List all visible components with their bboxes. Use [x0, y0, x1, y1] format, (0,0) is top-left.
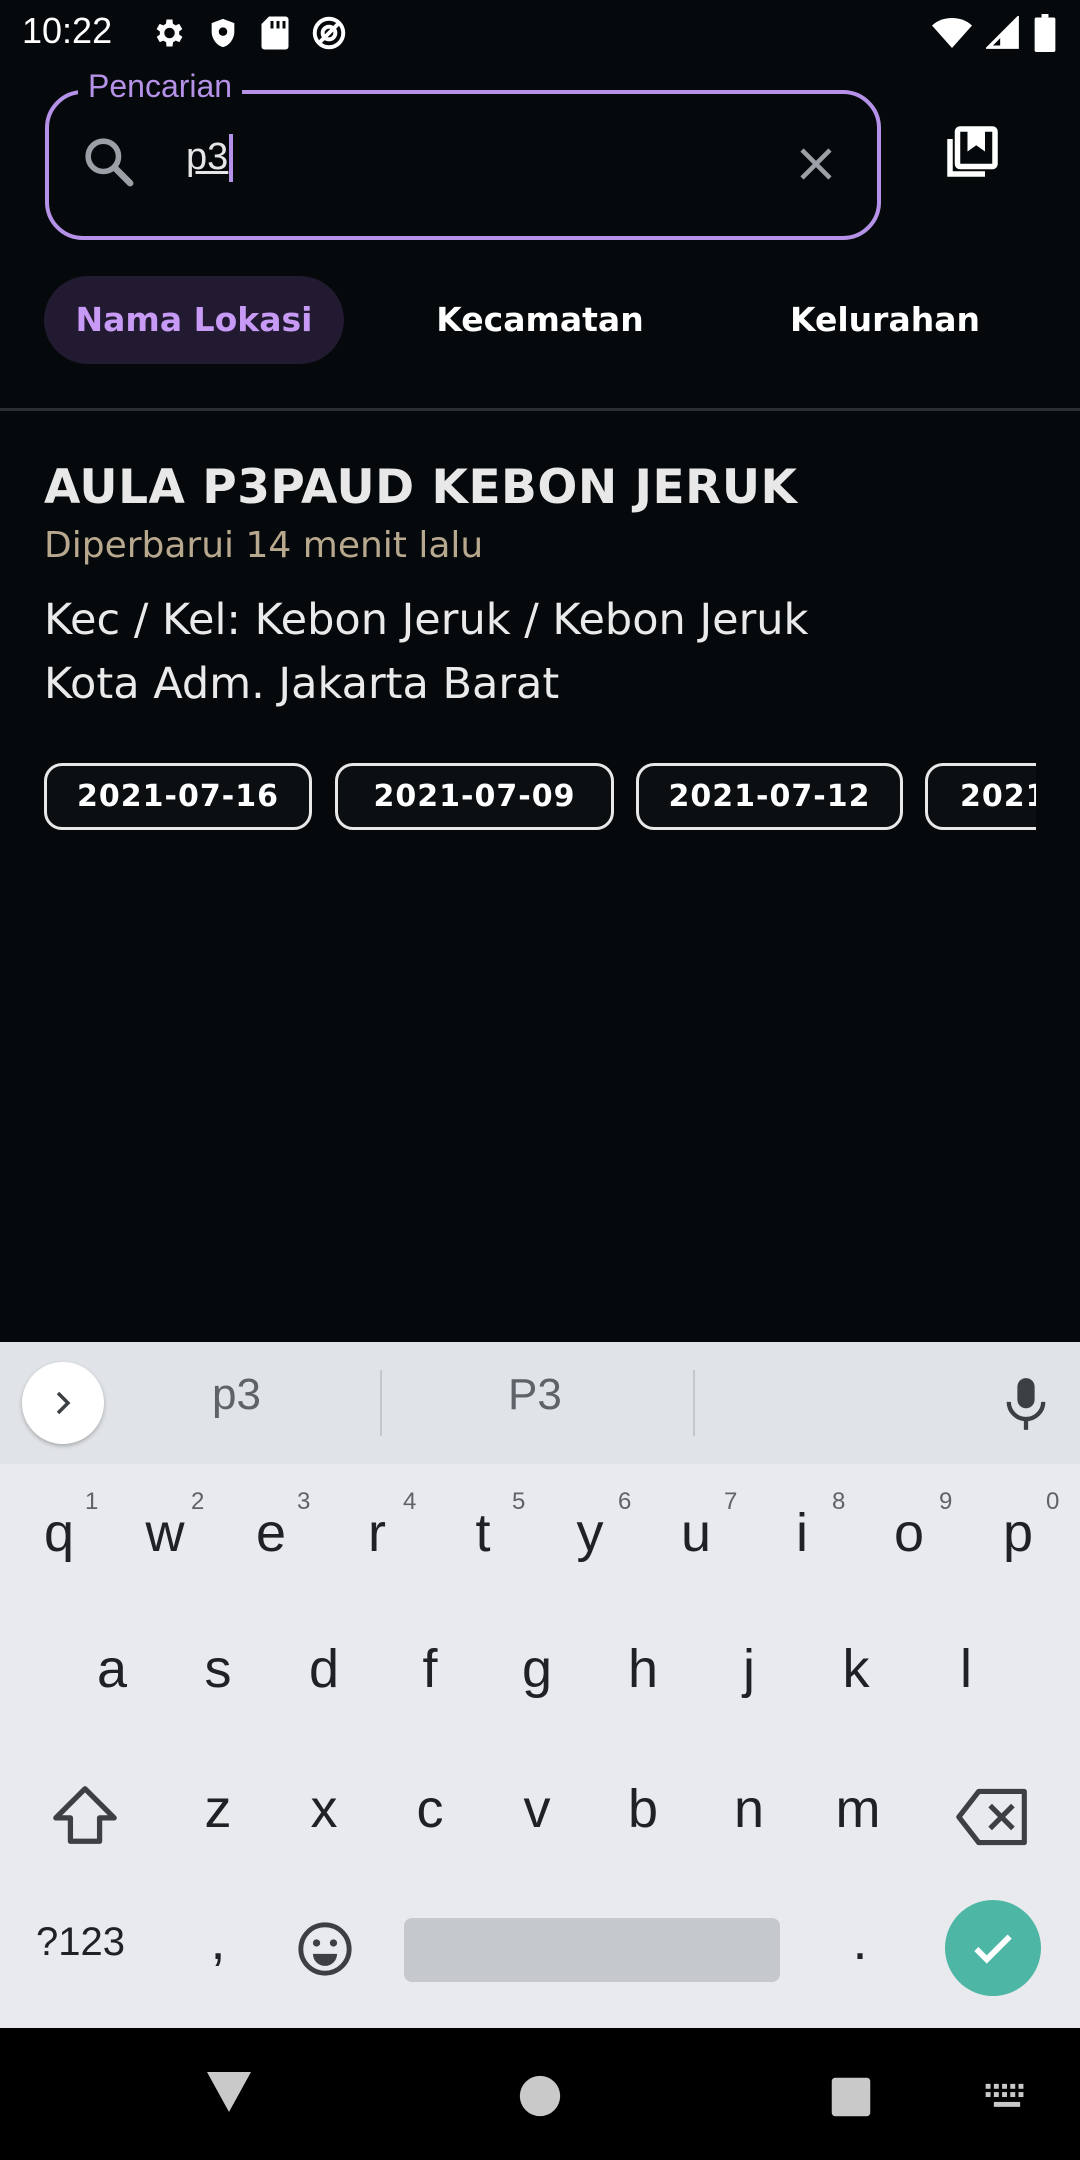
suggestion-bar: p3 P3: [0, 1342, 1080, 1464]
shield-icon: [206, 15, 240, 55]
microphone-icon[interactable]: [1004, 1376, 1048, 1436]
key-m[interactable]: m: [818, 1778, 898, 1840]
key-comma[interactable]: ,: [178, 1910, 258, 1972]
keyboard-switch-icon[interactable]: [984, 2082, 1030, 2116]
key-l[interactable]: l: [926, 1638, 1006, 1700]
key-k[interactable]: k: [816, 1638, 896, 1700]
key-d[interactable]: d: [284, 1638, 364, 1700]
chevron-right-icon: [56, 1391, 71, 1415]
status-bar: 10:22: [0, 0, 1080, 66]
key-s[interactable]: s: [178, 1638, 258, 1700]
enter-key[interactable]: [945, 1900, 1041, 1996]
suggestion-1[interactable]: p3: [212, 1370, 261, 1420]
key-f[interactable]: f: [390, 1638, 470, 1700]
wifi-icon: [932, 16, 972, 54]
home-icon[interactable]: [518, 2074, 562, 2122]
battery-icon: [1034, 14, 1056, 56]
key-c[interactable]: c: [390, 1778, 470, 1840]
tab-kelurahan[interactable]: Kelurahan: [750, 276, 1020, 364]
emoji-icon[interactable]: [296, 1920, 354, 1982]
key-hint: 2: [191, 1488, 205, 1515]
date-chip[interactable]: 2021-07-16: [44, 763, 312, 830]
date-chips: 2021-07-16 2021-07-09 2021-07-12 2021: [44, 763, 1036, 833]
date-chip[interactable]: 2021-07-12: [636, 763, 903, 830]
result-updated-time: Diperbarui 14 menit lalu: [44, 525, 484, 566]
key-b[interactable]: b: [603, 1778, 683, 1840]
expand-toolbar-button[interactable]: [22, 1362, 104, 1444]
clear-icon[interactable]: [795, 143, 837, 189]
search-field[interactable]: [45, 90, 881, 240]
shift-icon[interactable]: [50, 1782, 120, 1852]
key-hint: 5: [512, 1488, 526, 1515]
back-icon[interactable]: [205, 2070, 253, 2118]
key-period[interactable]: .: [820, 1910, 900, 1972]
date-chip[interactable]: 2021-07-09: [335, 763, 614, 830]
search-icon: [80, 133, 136, 193]
result-item[interactable]: AULA P3PAUD KEBON JERUK Diperbarui 14 me…: [44, 460, 1044, 716]
space-key[interactable]: [404, 1918, 780, 1982]
tab-nama-lokasi[interactable]: Nama Lokasi: [44, 276, 344, 364]
sd-card-icon: [260, 15, 290, 55]
key-hint: 8: [832, 1488, 846, 1515]
soft-keyboard: p3 P3 q w e r t y u i o p 1 2 3 4 5 6 7 …: [0, 1342, 1080, 2028]
key-i[interactable]: i: [762, 1502, 842, 1564]
divider: [0, 408, 1080, 411]
recents-icon[interactable]: [830, 2076, 872, 2122]
search-input[interactable]: p3: [186, 136, 228, 179]
key-hint: 6: [618, 1488, 632, 1515]
key-x[interactable]: x: [284, 1778, 364, 1840]
key-g[interactable]: g: [497, 1638, 577, 1700]
data-saver-icon: [310, 14, 348, 56]
suggestion-separator: [693, 1370, 695, 1436]
check-icon: [974, 1934, 1012, 1964]
key-a[interactable]: a: [72, 1638, 152, 1700]
navigation-bar: [0, 2028, 1080, 2160]
backspace-icon[interactable]: [956, 1788, 1030, 1850]
key-hint: 1: [85, 1488, 99, 1515]
search-label: Pencarian: [78, 68, 243, 105]
key-j[interactable]: j: [709, 1638, 789, 1700]
key-t[interactable]: t: [443, 1502, 523, 1564]
symbols-key[interactable]: ?123: [36, 1920, 125, 1965]
result-city: Kota Adm. Jakarta Barat: [44, 659, 560, 709]
tab-kecamatan[interactable]: Kecamatan: [400, 276, 680, 364]
suggestion-separator: [380, 1370, 382, 1436]
key-h[interactable]: h: [603, 1638, 683, 1700]
suggestion-2[interactable]: P3: [508, 1370, 562, 1420]
key-hint: 4: [403, 1488, 417, 1515]
status-time: 10:22: [22, 10, 113, 51]
key-n[interactable]: n: [709, 1778, 789, 1840]
key-hint: 0: [1046, 1488, 1060, 1515]
key-hint: 9: [939, 1488, 953, 1515]
key-z[interactable]: z: [178, 1778, 258, 1840]
gear-icon: [150, 15, 186, 55]
result-title: AULA P3PAUD KEBON JERUK: [44, 460, 798, 515]
result-kec-kel: Kec / Kel: Kebon Jeruk / Kebon Jeruk: [44, 595, 809, 645]
signal-icon: [984, 14, 1020, 54]
date-chip[interactable]: 2021: [925, 763, 1036, 830]
bookmark-collection-icon[interactable]: [940, 124, 1000, 188]
key-hint: 3: [297, 1488, 311, 1515]
text-caret: [229, 134, 233, 182]
key-v[interactable]: v: [497, 1778, 577, 1840]
key-o[interactable]: o: [869, 1502, 949, 1564]
key-hint: 7: [724, 1488, 738, 1515]
